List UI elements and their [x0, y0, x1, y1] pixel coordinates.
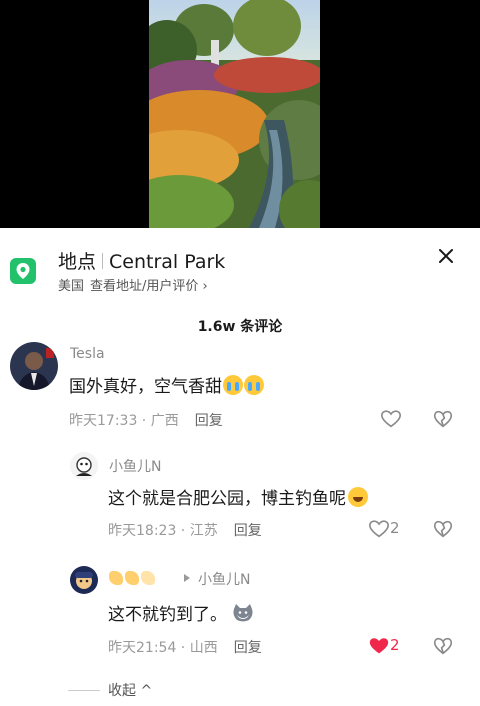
reply-button[interactable]: 回复	[234, 523, 262, 539]
avatar[interactable]	[10, 342, 58, 390]
location-name: Central Park	[109, 251, 226, 273]
map-pin-icon	[10, 258, 36, 284]
like-count: 2	[390, 636, 400, 654]
comment-region: 江苏	[189, 523, 218, 539]
avatar[interactable]	[70, 452, 98, 480]
comment-region: 山西	[189, 640, 218, 656]
comment-username[interactable]: Tesla	[70, 346, 105, 362]
reply-arrow-icon	[184, 574, 190, 582]
clap-emoji-icon	[125, 571, 139, 585]
crying-emoji-icon	[244, 375, 264, 395]
heart-icon[interactable]: 2	[368, 518, 408, 542]
clap-emoji-row	[109, 570, 157, 588]
reply-button[interactable]: 回复	[195, 413, 223, 429]
cat-emoji-icon	[231, 603, 255, 623]
collapse-label: 收起 ^	[108, 683, 153, 699]
close-icon[interactable]	[434, 244, 458, 268]
divider	[68, 690, 100, 691]
comment-meta: 昨天18:23 · 江苏 回复	[108, 523, 262, 539]
comment-text: 国外真好，空气香甜	[69, 372, 264, 397]
comment-text: 这不就钓到了。	[108, 600, 255, 625]
thumbs-down-icon[interactable]	[432, 518, 456, 542]
clap-emoji-icon	[109, 571, 123, 585]
location-detail-link[interactable]: 查看地址/用户评价 ›	[90, 279, 208, 294]
comment-body: 这个就是合肥公园，博主钓鱼呢	[108, 489, 346, 509]
heart-icon[interactable]: 2	[368, 635, 408, 659]
comment-time: 昨天17:33	[69, 413, 138, 429]
comment-username[interactable]: 小鱼儿N	[109, 456, 161, 476]
laughing-emoji-icon	[348, 487, 368, 507]
location-country: 美国	[58, 279, 85, 294]
video-player[interactable]	[0, 0, 480, 228]
clap-emoji-icon	[141, 571, 155, 585]
thumbs-down-icon[interactable]	[432, 408, 456, 432]
video-thumbnail	[149, 0, 320, 228]
comment-meta: 昨天21:54 · 山西 回复	[108, 640, 262, 656]
heart-icon[interactable]	[380, 408, 420, 432]
comment-count: 1.6w 条评论	[197, 319, 283, 335]
reply-button[interactable]: 回复	[234, 640, 262, 656]
comment-time: 昨天21:54	[108, 640, 177, 656]
collapse-replies-button[interactable]: 收起 ^	[68, 680, 152, 700]
comment-meta: 昨天17:33 · 广西 回复	[69, 413, 223, 429]
thumbs-down-icon[interactable]	[432, 635, 456, 659]
location-label: 地点	[58, 251, 97, 273]
crying-emoji-icon	[223, 375, 243, 395]
avatar[interactable]	[70, 566, 98, 594]
location-header[interactable]: 地点 Central Park	[58, 247, 225, 274]
like-count: 2	[390, 519, 400, 537]
comment-sheet: 地点 Central Park 美国 查看地址/用户评价 › 1.6w 条评论 Te…	[0, 228, 480, 706]
location-subtitle: 美国 查看地址/用户评价 ›	[58, 275, 208, 294]
comment-body: 这不就钓到了。	[108, 605, 227, 625]
comment-time: 昨天18:23	[108, 523, 177, 539]
comment-text: 这个就是合肥公园，博主钓鱼呢	[108, 484, 368, 509]
comment-body: 国外真好，空气香甜	[69, 377, 222, 397]
divider	[102, 253, 104, 269]
comment-region: 广西	[150, 413, 179, 429]
comment-username[interactable]: 小鱼儿N	[198, 569, 250, 589]
